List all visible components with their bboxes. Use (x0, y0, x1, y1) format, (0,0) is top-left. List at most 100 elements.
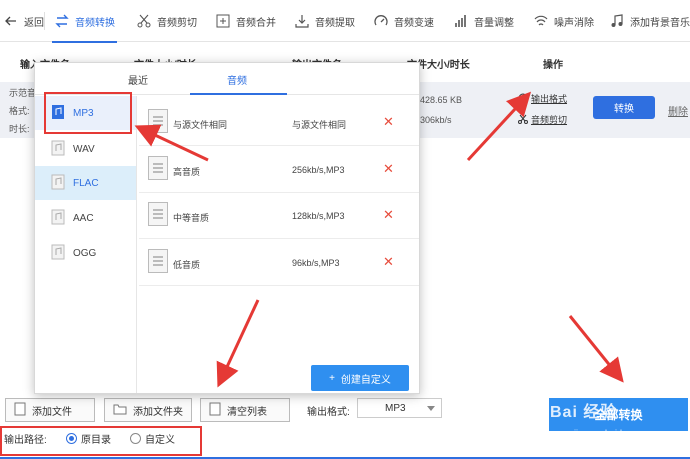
volume-bars-icon (453, 13, 469, 29)
document-icon (148, 109, 168, 133)
tab-audio-cut-label: 音频剪切 (157, 17, 197, 29)
remove-icon[interactable]: ✕ (383, 114, 394, 130)
row-format-label: 格式: (9, 106, 30, 116)
quality-bitrate: 128kb/s,MP3 (292, 211, 345, 221)
tab-volume-adjust-label: 音量调整 (474, 17, 514, 29)
row-filename: 示范音 (9, 88, 37, 98)
quality-bitrate: 256kb/s,MP3 (292, 165, 345, 175)
format-wav-label: WAV (73, 143, 95, 155)
output-format-select[interactable]: MP3 (357, 398, 442, 418)
quality-bitrate: 96kb/s,MP3 (292, 258, 340, 268)
audio-cut-link[interactable]: 音频剪切 (518, 113, 567, 126)
create-custom-button[interactable]: + 创建自定义 (311, 365, 409, 391)
output-format-label: 输出格式: (307, 407, 350, 418)
tab-audio-speed-label: 音频变速 (394, 17, 434, 29)
header-actions: 操作 (543, 60, 563, 71)
format-aac-label: AAC (73, 212, 94, 224)
dialog-tabs: 最近 音频 (35, 63, 419, 95)
remove-icon[interactable]: ✕ (383, 161, 394, 177)
chevron-down-icon (427, 406, 435, 411)
scissors-small-icon (518, 114, 528, 126)
toolbar: 返回 音频转换 音频剪切 音频合并 音频提取 音频变速 音量调整 噪声消除 添加… (0, 0, 690, 43)
file-icon (14, 402, 26, 419)
speed-icon (373, 13, 389, 29)
clear-list-button[interactable]: 清空列表 (200, 398, 290, 422)
tab-add-background-music-label: 添加背景音乐 (630, 17, 690, 29)
watermark-sub: jingyan.baidu.com (574, 428, 647, 438)
back-label: 返回 (24, 17, 44, 29)
document-icon (148, 249, 168, 273)
quality-item-high[interactable]: 高音质 256kb/s,MP3 ✕ (139, 147, 419, 193)
format-item-wav[interactable]: WAV (35, 132, 136, 166)
format-item-flac[interactable]: FLAC (35, 166, 136, 200)
remove-icon[interactable]: ✕ (383, 254, 394, 270)
quality-bitrate: 与源文件相同 (292, 120, 347, 130)
remove-icon[interactable]: ✕ (383, 207, 394, 223)
tab-audio-merge-label: 音频合并 (236, 17, 276, 29)
quality-name: 低音质 (173, 260, 201, 270)
tab-audio-merge[interactable]: 音频合并 (215, 0, 276, 42)
noise-icon (533, 13, 549, 29)
clear-list-label: 清空列表 (227, 406, 267, 418)
tab-noise-removal-label: 噪声消除 (554, 17, 594, 29)
scissors-icon (136, 13, 152, 29)
tab-audio-extract[interactable]: 音频提取 (294, 0, 355, 42)
output-format-link[interactable]: 输出格式 (518, 92, 567, 105)
row-duration-label: 时长: (9, 124, 30, 134)
add-file-label: 添加文件 (32, 406, 72, 418)
output-format-value: MP3 (385, 403, 406, 414)
app-window: 返回 音频转换 音频剪切 音频合并 音频提取 音频变速 音量调整 噪声消除 添加… (0, 0, 690, 459)
delete-link[interactable]: 删除 (668, 103, 688, 118)
tab-audio-convert[interactable]: 音频转换 (52, 0, 117, 43)
audio-file-icon (51, 174, 65, 193)
annotation-box-output-path (0, 426, 202, 456)
format-ogg-label: OGG (73, 247, 97, 259)
tab-audio-convert-label: 音频转换 (75, 17, 115, 29)
tab-add-background-music[interactable]: 添加背景音乐 (609, 0, 690, 42)
baidu-watermark: Bai 经验 jingyan.baidu.com (546, 396, 686, 446)
tab-recent[interactable]: 最近 (128, 72, 148, 87)
add-file-button[interactable]: 添加文件 (5, 398, 95, 422)
quality-item-source[interactable]: 与源文件相同 与源文件相同 ✕ (139, 100, 419, 146)
format-item-ogg[interactable]: OGG (35, 236, 136, 270)
format-item-aac[interactable]: AAC (35, 201, 136, 235)
tab-audio-cut[interactable]: 音频剪切 (136, 0, 197, 42)
convert-button[interactable]: 转换 (593, 96, 655, 119)
row-output-bitrate: 306kb/s (420, 115, 452, 125)
convert-icon (54, 13, 70, 29)
quality-name: 中等音质 (173, 213, 210, 223)
output-format-icon (518, 93, 528, 105)
quality-item-low[interactable]: 低音质 96kb/s,MP3 ✕ (139, 240, 419, 286)
folder-icon (113, 403, 127, 418)
tab-audio-speed[interactable]: 音频变速 (373, 0, 434, 42)
tab-volume-adjust[interactable]: 音量调整 (453, 0, 514, 42)
quality-item-medium[interactable]: 中等音质 128kb/s,MP3 ✕ (139, 193, 419, 239)
audio-file-icon (51, 140, 65, 159)
annotation-box-mp3 (44, 92, 132, 134)
tab-noise-removal[interactable]: 噪声消除 (533, 0, 594, 42)
clear-icon (209, 402, 221, 419)
audio-file-icon (51, 209, 65, 228)
extract-icon (294, 13, 310, 29)
format-list: MP3 WAV FLAC AAC OGG (35, 96, 137, 393)
add-folder-label: 添加文件夹 (133, 406, 183, 418)
output-format-link-label: 输出格式 (531, 94, 568, 104)
back-button[interactable]: 返回 (3, 0, 44, 42)
tab-audio-extract-label: 音频提取 (315, 17, 355, 29)
plus-icon: + (329, 372, 335, 384)
add-folder-button[interactable]: 添加文件夹 (104, 398, 192, 422)
arrow-left-icon (3, 13, 19, 29)
quality-name: 高音质 (173, 167, 201, 177)
document-icon (148, 202, 168, 226)
audio-cut-link-label: 音频剪切 (531, 115, 568, 125)
toolbar-divider (44, 12, 45, 30)
format-flac-label: FLAC (73, 177, 99, 189)
audio-file-icon (51, 244, 65, 263)
merge-icon (215, 13, 231, 29)
arrow-to-convert-all (568, 315, 624, 383)
watermark-main: Bai 经验 (550, 404, 618, 421)
tab-audio[interactable]: 音频 (227, 72, 247, 87)
document-icon (148, 156, 168, 180)
row-output-size: 428.65 KB (420, 95, 463, 105)
create-custom-label: 创建自定义 (340, 374, 391, 386)
